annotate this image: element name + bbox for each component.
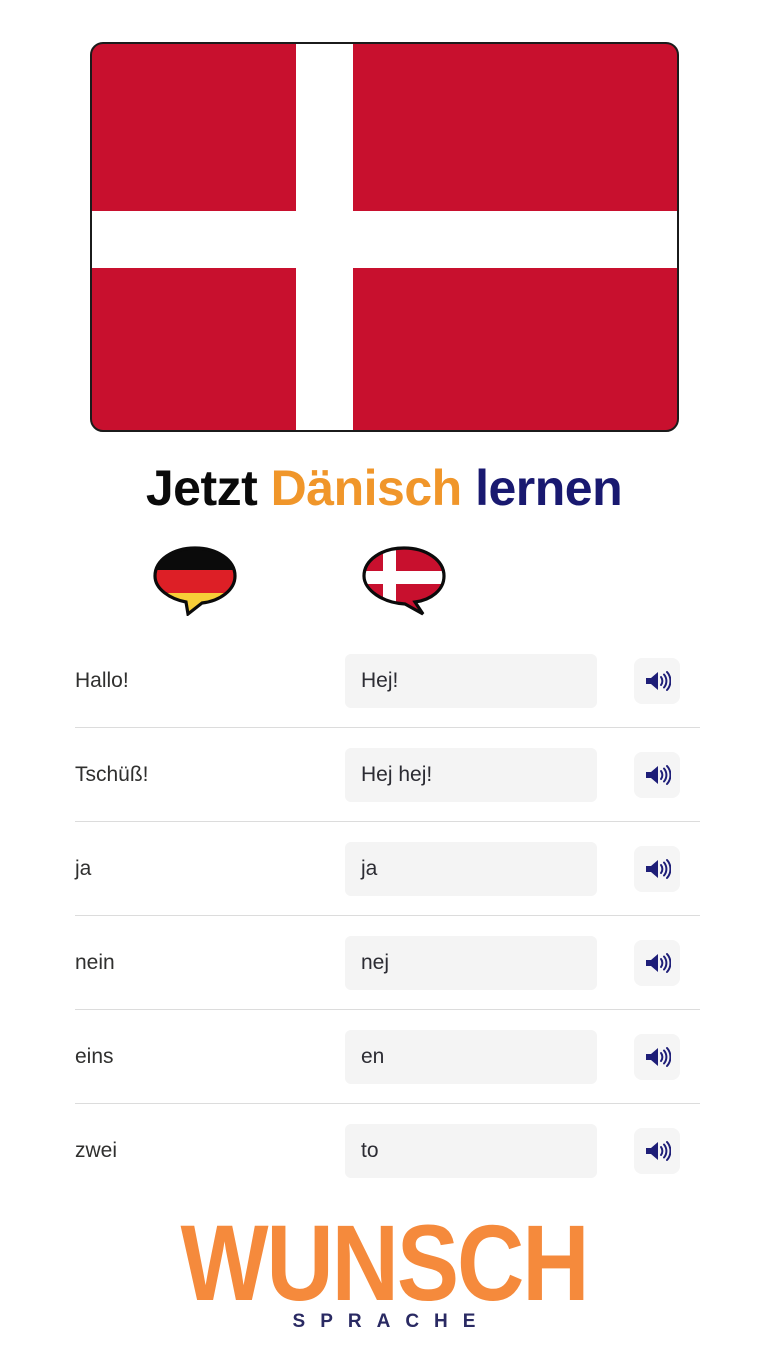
target-word: en (345, 1029, 597, 1084)
table-row: Tschüß! Hej hej! (75, 728, 700, 822)
title-part-jetzt: Jetzt (145, 460, 258, 516)
flag-cross-horizontal (91, 211, 677, 268)
target-word: ja (345, 841, 597, 896)
hero-flag-container (0, 0, 768, 432)
page-root: Jetzt Dänisch lernen Hallo! Hej! Tschüß!… (0, 0, 768, 1365)
source-word: Hallo! (75, 668, 129, 692)
source-word: nein (75, 950, 115, 974)
title-part-daenisch: Dänisch (270, 460, 463, 516)
speaker-icon[interactable] (634, 939, 680, 986)
target-word: nej (345, 935, 597, 990)
brand-logo-wordmark: WUNSCH (180, 1202, 589, 1324)
source-word: ja (75, 856, 92, 880)
table-row: ja ja (75, 822, 700, 916)
vocabulary-list: Hallo! Hej! Tschüß! Hej hej! ja ja nein … (0, 634, 768, 1198)
german-flag-speech-bubble (152, 546, 238, 617)
speaker-icon[interactable] (634, 1033, 680, 1080)
speaker-icon[interactable] (634, 845, 680, 892)
target-word: to (345, 1124, 597, 1178)
table-row: eins en (75, 1010, 700, 1104)
brand-logo[interactable]: WUNSCH SPRACHE (0, 1202, 768, 1330)
table-row: nein nej (75, 916, 700, 1010)
table-row: Hallo! Hej! (75, 634, 700, 728)
page-title: Jetzt Dänisch lernen (0, 460, 768, 516)
table-row: zwei to (75, 1104, 700, 1198)
denmark-flag (89, 42, 679, 432)
column-headers (0, 538, 768, 634)
speaker-icon[interactable] (634, 751, 680, 798)
source-word: Tschüß! (75, 762, 149, 786)
speaker-icon[interactable] (634, 657, 680, 704)
title-part-lernen: lernen (475, 460, 623, 516)
target-word: Hej! (345, 653, 597, 708)
source-word: eins (75, 1044, 114, 1068)
target-word: Hej hej! (345, 747, 597, 802)
speaker-icon[interactable] (634, 1128, 680, 1174)
source-word: zwei (75, 1139, 118, 1163)
danish-flag-speech-bubble (361, 546, 447, 616)
